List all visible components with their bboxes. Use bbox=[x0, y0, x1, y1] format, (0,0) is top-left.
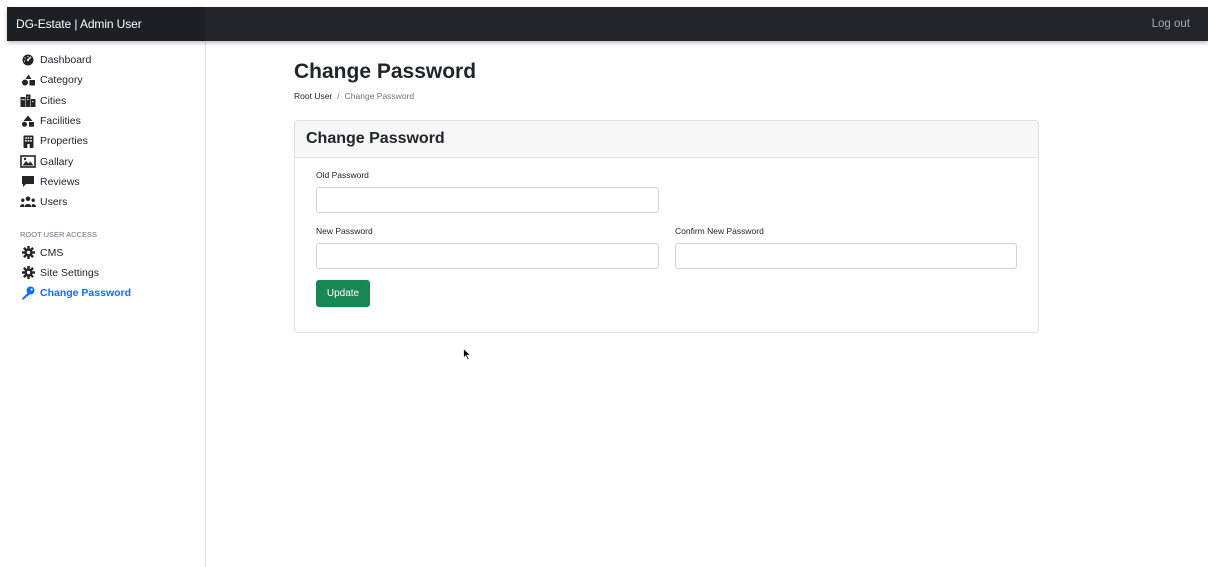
comment-icon bbox=[20, 175, 36, 189]
mouse-cursor-icon bbox=[463, 347, 472, 366]
sidebar-item-label: Facilities bbox=[40, 115, 81, 128]
sidebar-item-change-password[interactable]: Change Password bbox=[7, 283, 205, 303]
key-icon bbox=[20, 286, 36, 300]
new-password-label: New Password bbox=[316, 226, 373, 236]
image-icon bbox=[20, 155, 36, 169]
breadcrumb: Root User / Change Password bbox=[294, 91, 414, 101]
sidebar-item-category[interactable]: Category bbox=[7, 70, 205, 90]
card-header: Change Password bbox=[295, 121, 1038, 158]
update-button[interactable]: Update bbox=[316, 280, 370, 307]
sidebar-item-dashboard[interactable]: Dashboard bbox=[7, 50, 205, 70]
sidebar-item-label: Cities bbox=[40, 94, 67, 107]
sidebar-item-properties[interactable]: Properties bbox=[7, 131, 205, 151]
sidebar-item-label: Users bbox=[40, 196, 68, 209]
confirm-password-field[interactable] bbox=[675, 243, 1017, 269]
sidebar-item-reviews[interactable]: Reviews bbox=[7, 172, 205, 192]
sidebar-item-label: Gallary bbox=[40, 155, 74, 168]
sidebar-item-label: Site Settings bbox=[40, 266, 99, 279]
breadcrumb-root[interactable]: Root User bbox=[294, 91, 332, 101]
category-shapes-icon bbox=[20, 73, 36, 87]
sidebar-item-cities[interactable]: Cities bbox=[7, 91, 205, 111]
facilities-icon bbox=[20, 114, 36, 128]
users-icon bbox=[20, 195, 36, 209]
confirm-password-label: Confirm New Password bbox=[675, 226, 764, 236]
sidebar-item-cms[interactable]: CMS bbox=[7, 242, 205, 262]
city-icon bbox=[20, 94, 36, 108]
gear-icon bbox=[20, 246, 36, 260]
sidebar-item-label: Properties bbox=[40, 135, 88, 148]
page-title: Change Password bbox=[294, 60, 477, 83]
sidebar-item-users[interactable]: Users bbox=[7, 192, 205, 212]
new-password-field[interactable] bbox=[316, 243, 659, 269]
sidebar-section-heading: ROOT USER ACCESS bbox=[20, 230, 97, 240]
sidebar-item-label: Reviews bbox=[40, 175, 80, 188]
sidebar-item-label: Change Password bbox=[40, 287, 132, 300]
old-password-field[interactable] bbox=[316, 187, 659, 213]
change-password-card: Change Password Old Password New Passwor… bbox=[294, 120, 1039, 333]
logout-link[interactable]: Log out bbox=[1152, 18, 1208, 30]
top-navbar: DG-Estate | Admin User Log out bbox=[7, 7, 1208, 41]
old-password-label: Old Password bbox=[316, 170, 369, 180]
sidebar-item-label: Dashboard bbox=[40, 54, 92, 67]
breadcrumb-current: Change Password bbox=[344, 91, 415, 101]
dashboard-gauge-icon bbox=[20, 53, 36, 67]
sidebar: Dashboard Category Cities Facilities Pro… bbox=[7, 41, 206, 567]
building-icon bbox=[20, 134, 36, 148]
gear-icon bbox=[20, 266, 36, 280]
sidebar-item-site-settings[interactable]: Site Settings bbox=[7, 263, 205, 283]
sidebar-item-facilities[interactable]: Facilities bbox=[7, 111, 205, 131]
sidebar-item-gallary[interactable]: Gallary bbox=[7, 151, 205, 171]
sidebar-item-label: Category bbox=[40, 74, 83, 87]
brand-title[interactable]: DG-Estate | Admin User bbox=[7, 7, 205, 41]
sidebar-item-label: CMS bbox=[40, 246, 64, 259]
breadcrumb-separator: / bbox=[337, 91, 340, 101]
